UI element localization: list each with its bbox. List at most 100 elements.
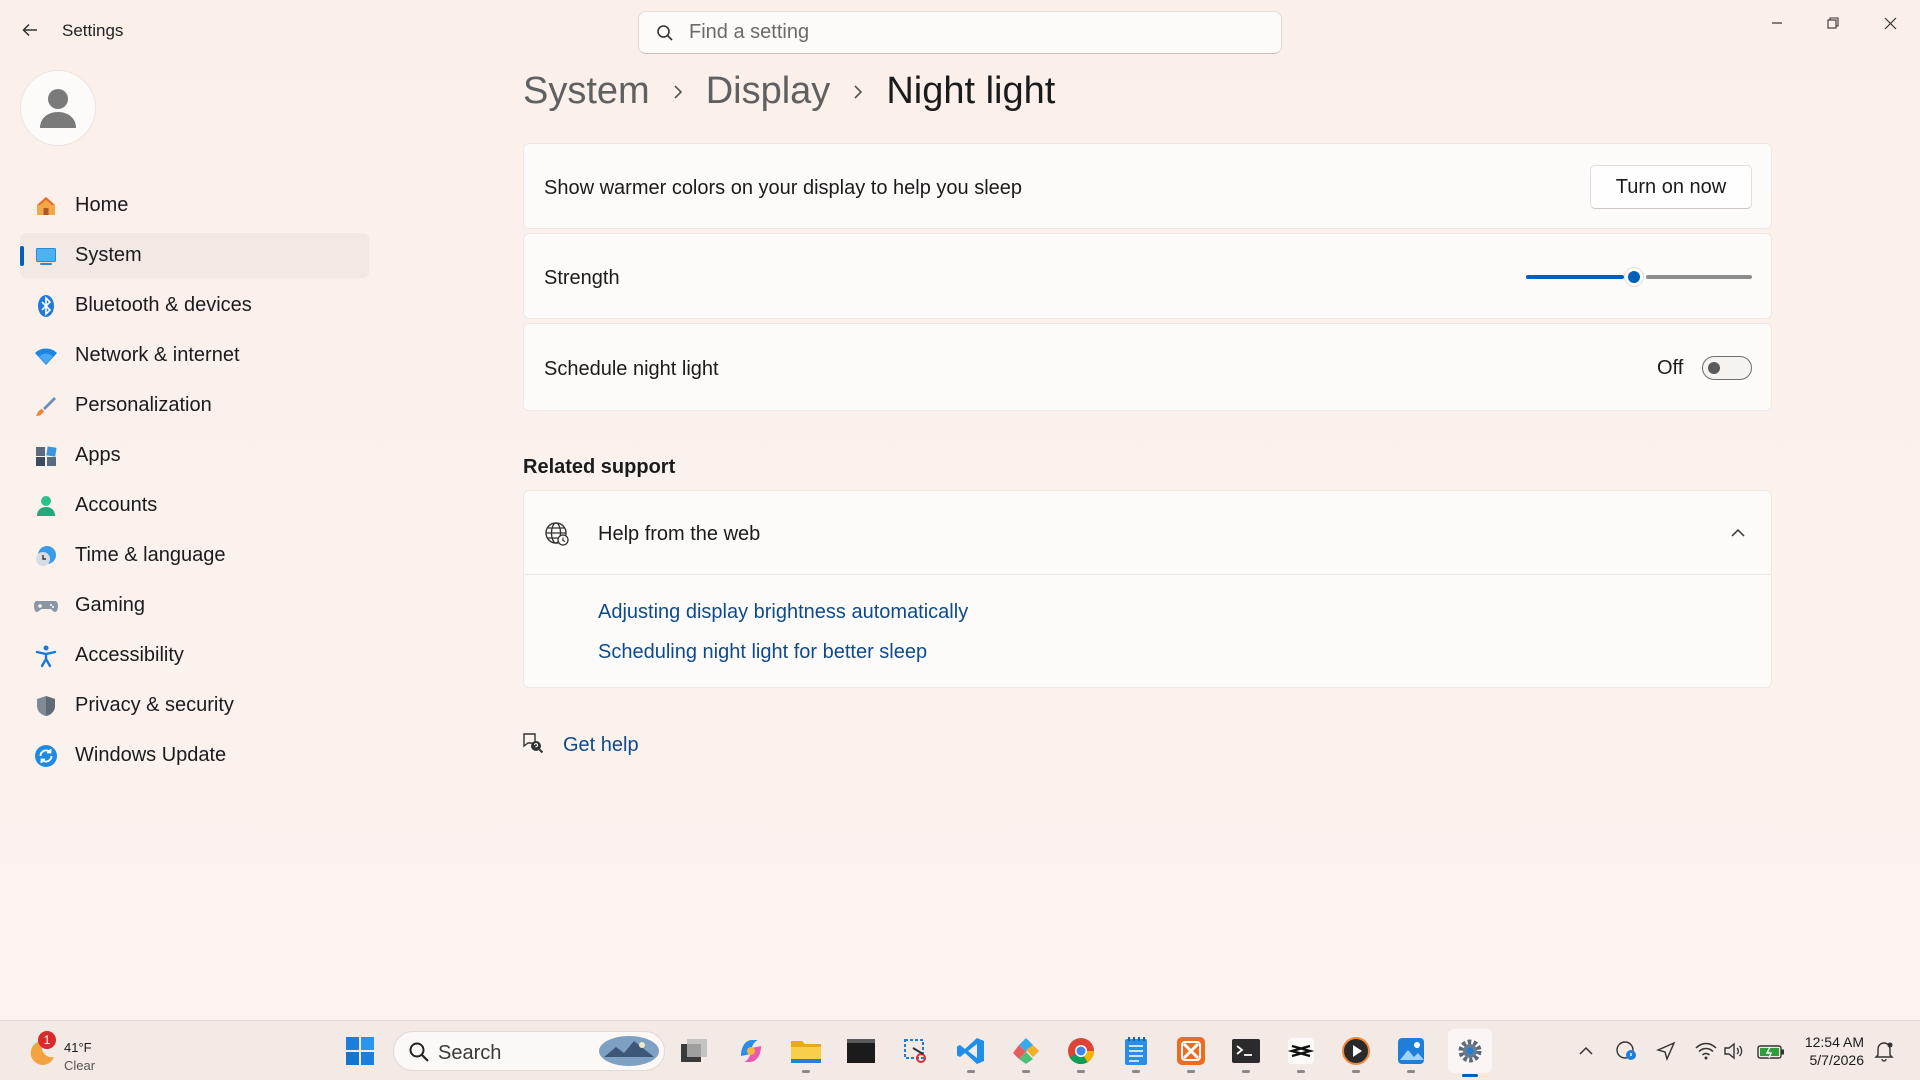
schedule-label: Schedule night light xyxy=(544,358,719,380)
active-indicator xyxy=(1462,1074,1478,1077)
system-icon xyxy=(32,242,60,270)
taskbar-app-media-player[interactable] xyxy=(1338,1033,1374,1073)
search-icon xyxy=(655,23,675,43)
help-link-brightness[interactable]: Adjusting display brightness automatical… xyxy=(598,601,968,624)
tray-onedrive[interactable] xyxy=(1614,1039,1638,1063)
running-indicator xyxy=(1022,1070,1030,1073)
start-button[interactable] xyxy=(342,1033,378,1069)
sidebar-item-home[interactable]: Home xyxy=(20,183,369,228)
running-indicator xyxy=(1132,1070,1140,1073)
xampp-icon xyxy=(1177,1037,1205,1065)
taskbar-app-chrome[interactable] xyxy=(1063,1033,1099,1073)
get-help-link[interactable]: Get help xyxy=(563,734,639,757)
sidebar-item-accessibility[interactable]: Accessibility xyxy=(20,633,369,678)
night-light-card: Show warmer colors on your display to he… xyxy=(523,143,1772,229)
running-indicator xyxy=(1077,1070,1085,1073)
taskbar-app-vscode[interactable] xyxy=(953,1033,989,1073)
gear-icon xyxy=(1458,1039,1482,1063)
breadcrumb-display[interactable]: Display xyxy=(706,70,831,113)
settings-window: Settings Home xyxy=(0,0,1920,1020)
taskbar-app-file-explorer[interactable] xyxy=(788,1033,824,1073)
capcut-icon xyxy=(1287,1038,1315,1064)
title-bar: Settings xyxy=(0,0,1920,62)
schedule-toggle[interactable] xyxy=(1702,356,1752,380)
photos-icon xyxy=(1398,1038,1424,1064)
chevron-up-icon[interactable] xyxy=(1731,525,1745,543)
taskbar-search-label: Search xyxy=(438,1042,502,1064)
sidebar-item-label: Windows Update xyxy=(75,744,227,766)
weather-temperature: 41°F xyxy=(64,1040,92,1055)
running-indicator xyxy=(1187,1070,1195,1073)
tray-volume[interactable] xyxy=(1722,1039,1746,1063)
running-indicator xyxy=(1407,1070,1415,1073)
help-from-web-header[interactable]: Help from the web xyxy=(524,491,1771,575)
sidebar-item-label: Apps xyxy=(75,444,121,466)
running-indicator xyxy=(967,1070,975,1073)
sidebar-item-label: Time & language xyxy=(75,544,226,566)
time-language-icon xyxy=(32,542,60,570)
strength-slider[interactable] xyxy=(1526,267,1752,287)
help-link-night-light[interactable]: Scheduling night light for better sleep xyxy=(598,641,927,664)
user-avatar[interactable] xyxy=(20,70,96,146)
sidebar-item-time-language[interactable]: Time & language xyxy=(20,533,369,578)
breadcrumb-system[interactable]: System xyxy=(523,70,650,113)
close-button[interactable] xyxy=(1867,8,1913,38)
tray-location[interactable] xyxy=(1654,1039,1678,1063)
sidebar-item-gaming[interactable]: Gaming xyxy=(20,583,369,628)
taskbar-app-command-prompt[interactable] xyxy=(1228,1033,1264,1073)
sidebar-item-privacy[interactable]: Privacy & security xyxy=(20,683,369,728)
vscode-icon xyxy=(957,1038,984,1064)
turn-on-now-button[interactable]: Turn on now xyxy=(1590,165,1752,209)
taskbar-clock[interactable]: 12:54 AM 5/7/2026 xyxy=(1800,1033,1864,1069)
sidebar-item-personalization[interactable]: Personalization xyxy=(20,383,369,428)
taskbar-app-copilot[interactable] xyxy=(733,1033,769,1069)
sidebar-item-apps[interactable]: Apps xyxy=(20,433,369,478)
taskbar-app-notepad[interactable] xyxy=(1118,1033,1154,1073)
chevron-right-icon xyxy=(670,84,686,100)
tray-wifi[interactable] xyxy=(1694,1039,1718,1063)
bell-icon xyxy=(1874,1042,1894,1062)
task-view-button[interactable] xyxy=(676,1033,712,1069)
minimize-button[interactable] xyxy=(1754,8,1800,38)
back-button[interactable] xyxy=(18,18,42,42)
search-highlight-icon xyxy=(599,1036,659,1066)
settings-search[interactable] xyxy=(638,11,1282,54)
copilot-icon xyxy=(741,1040,761,1062)
taskbar-app-photos[interactable] xyxy=(1393,1033,1429,1073)
taskbar-search[interactable]: Search xyxy=(393,1031,665,1071)
chevron-right-icon xyxy=(850,84,866,100)
restore-icon xyxy=(1827,17,1839,29)
location-arrow-icon xyxy=(1656,1041,1676,1061)
sidebar-item-label: Accessibility xyxy=(75,644,184,666)
taskbar-app-dev-tool[interactable] xyxy=(1008,1033,1044,1073)
sidebar-item-network[interactable]: Network & internet xyxy=(20,333,369,378)
breadcrumb: System Display Night light xyxy=(523,70,1055,113)
tray-battery[interactable] xyxy=(1756,1039,1786,1063)
search-icon xyxy=(409,1042,429,1062)
sidebar-item-bluetooth[interactable]: Bluetooth & devices xyxy=(20,283,369,328)
help-from-web-card: Help from the web Adjusting display brig… xyxy=(523,490,1772,688)
weather-condition: Clear xyxy=(64,1058,96,1073)
schedule-state-text: Off xyxy=(1657,357,1684,379)
sidebar-item-windows-update[interactable]: Windows Update xyxy=(20,733,369,778)
taskbar-app-terminal[interactable] xyxy=(843,1033,879,1069)
weather-widget[interactable]: 1 41°F Clear xyxy=(24,1031,144,1073)
taskbar-app-snipping-tool[interactable] xyxy=(898,1033,934,1069)
notifications-button[interactable] xyxy=(1872,1039,1896,1063)
taskbar-app-settings[interactable] xyxy=(1448,1029,1492,1077)
slider-thumb[interactable] xyxy=(1624,267,1645,287)
clock-time: 12:54 AM xyxy=(1804,1034,1864,1050)
sidebar-item-system[interactable]: System xyxy=(20,233,369,278)
windows-logo-icon xyxy=(346,1037,374,1065)
taskbar-app-capcut[interactable] xyxy=(1283,1033,1319,1073)
battery-charging-icon xyxy=(1757,1045,1784,1059)
accounts-icon xyxy=(32,492,60,520)
restore-button[interactable] xyxy=(1810,8,1856,38)
apps-icon xyxy=(32,442,60,470)
running-indicator xyxy=(1352,1070,1360,1073)
globe-icon xyxy=(544,521,570,552)
taskbar-app-xampp[interactable] xyxy=(1173,1033,1209,1073)
show-hidden-icons-button[interactable] xyxy=(1574,1039,1598,1063)
search-input[interactable] xyxy=(689,21,1249,44)
sidebar-item-accounts[interactable]: Accounts xyxy=(20,483,369,528)
